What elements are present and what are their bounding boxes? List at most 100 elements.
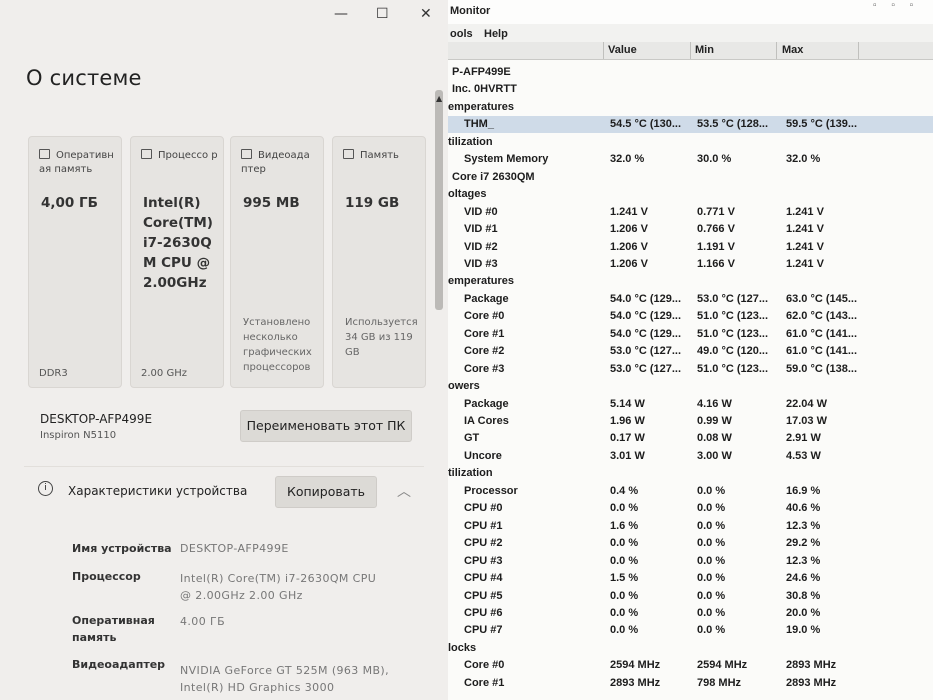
sensor-min: 1.191 V	[697, 241, 735, 253]
sensor-label: CPU #1	[464, 520, 503, 532]
sensor-group-row[interactable]: emperatures	[448, 273, 933, 290]
sensor-label: VID #1	[464, 223, 498, 235]
sensor-row[interactable]: VID #1 1.206 V 0.766 V 1.241 V	[448, 221, 933, 238]
sensor-row[interactable]: CPU #3 0.0 % 0.0 % 12.3 %	[448, 553, 933, 570]
sensor-value: 54.0 °C (129...	[610, 310, 682, 322]
sensor-row[interactable]: CPU #1 1.6 % 0.0 % 12.3 %	[448, 518, 933, 535]
sensor-row[interactable]: System Memory 32.0 % 30.0 % 32.0 %	[448, 151, 933, 168]
col-value[interactable]: Value	[608, 44, 637, 56]
sensor-row[interactable]: CPU #7 0.0 % 0.0 % 19.0 %	[448, 622, 933, 639]
sensor-row[interactable]: Processor 0.4 % 0.0 % 16.9 %	[448, 483, 933, 500]
sensor-row[interactable]: Core #0 54.0 °C (129... 51.0 °C (123... 62.…	[448, 308, 933, 325]
sensor-min: 798 MHz	[697, 677, 742, 689]
sensor-label: P-AFP499E	[452, 66, 511, 78]
sensor-max: 1.241 V	[786, 206, 824, 218]
window-controls-icon[interactable]: ▫ ▫ ▫	[873, 0, 919, 11]
sensor-max: 1.241 V	[786, 258, 824, 270]
copy-button[interactable]: Копировать	[275, 476, 377, 508]
sensor-max: 2893 MHz	[786, 659, 837, 671]
sensor-row[interactable]: Core #1 54.0 °C (129... 51.0 °C (123... 61.…	[448, 326, 933, 343]
ram-icon	[39, 149, 50, 159]
ram-tile: Оперативн ая память 4,00 ГБ DDR3	[28, 136, 122, 388]
spec-value-device-name: DESKTOP-AFP499E	[180, 542, 289, 555]
sensor-max: 12.3 %	[786, 555, 821, 567]
sensor-value: 0.0 %	[610, 502, 639, 514]
sensor-label: CPU #6	[464, 607, 503, 619]
sensor-label: CPU #0	[464, 502, 503, 514]
menu-help[interactable]: Help	[484, 28, 508, 40]
col-max[interactable]: Max	[782, 44, 803, 56]
col-min[interactable]: Min	[695, 44, 714, 56]
sensor-min: 51.0 °C (123...	[697, 363, 769, 375]
sensor-row[interactable]: Uncore 3.01 W 3.00 W 4.53 W	[448, 448, 933, 465]
sensor-row[interactable]: CPU #6 0.0 % 0.0 % 20.0 %	[448, 605, 933, 622]
scrollbar[interactable]	[435, 90, 443, 310]
sensor-group-row[interactable]: owers	[448, 378, 933, 395]
sensor-group-row[interactable]: tilization	[448, 134, 933, 151]
device-row[interactable]: Core i7 2630QM	[448, 169, 933, 186]
spec-key-gpu: Видеоадаптер	[72, 658, 166, 671]
sensor-row[interactable]: THM_ 54.5 °C (130... 53.5 °C (128... 59.5 °…	[448, 116, 933, 133]
sensor-max: 40.6 %	[786, 502, 821, 514]
sensor-row[interactable]: IA Cores 1.96 W 0.99 W 17.03 W	[448, 413, 933, 430]
device-row[interactable]: P-AFP499E	[448, 64, 933, 81]
sensor-group-row[interactable]: locks	[448, 640, 933, 657]
sensor-min: 0.0 %	[697, 502, 726, 514]
sensor-label: THM_	[464, 118, 494, 130]
sensor-label: GT	[464, 432, 480, 444]
spec-value-processor: Intel(R) Core(TM) i7-2630QM CPU @ 2.00GH…	[180, 572, 377, 602]
ram-tile-header: Оперативн ая память	[39, 150, 114, 175]
sensor-row[interactable]: Package 5.14 W 4.16 W 22.04 W	[448, 396, 933, 413]
cpu-tile: Процессо р Intel(R) Core(TM) i7-2630Q M …	[130, 136, 224, 388]
device-row[interactable]: Inc. 0HVRTT	[448, 81, 933, 98]
scroll-up-icon[interactable]: ▲	[436, 94, 442, 103]
sensor-row[interactable]: CPU #5 0.0 % 0.0 % 30.8 %	[448, 588, 933, 605]
sensor-value: 3.01 W	[610, 450, 645, 462]
sensor-row[interactable]: VID #3 1.206 V 1.166 V 1.241 V	[448, 256, 933, 273]
sensor-label: CPU #2	[464, 537, 503, 549]
storage-tile-value: 119 GB	[345, 195, 400, 211]
sensor-max: 2893 MHz	[786, 677, 837, 689]
sensor-min: 0.0 %	[697, 555, 726, 567]
sensor-max: 59.0 °C (138...	[786, 363, 858, 375]
sensor-row[interactable]: Core #3 53.0 °C (127... 51.0 °C (123... 59.…	[448, 361, 933, 378]
sensor-value: 0.4 %	[610, 485, 639, 497]
sensor-group-row[interactable]: oltages	[448, 186, 933, 203]
sensor-label: Inc. 0HVRTT	[452, 83, 517, 95]
ram-tile-value: 4,00 ГБ	[41, 195, 98, 211]
sensor-row[interactable]: CPU #0 0.0 % 0.0 % 40.6 %	[448, 500, 933, 517]
sensor-row[interactable]: Core #0 2594 MHz 2594 MHz 2893 MHz	[448, 657, 933, 674]
device-model: Inspiron N5110	[40, 430, 117, 441]
maximize-button[interactable]: ☐	[376, 6, 389, 22]
sensor-row[interactable]: Package 54.0 °C (129... 53.0 °C (127... 63.…	[448, 291, 933, 308]
sensor-group-row[interactable]: emperatures	[448, 99, 933, 116]
sensor-value: 0.0 %	[610, 555, 639, 567]
sensor-min: 0.0 %	[697, 607, 726, 619]
close-button[interactable]: ✕	[420, 6, 432, 22]
sensor-label: VID #3	[464, 258, 498, 270]
minimize-button[interactable]: —	[334, 6, 348, 22]
sensor-group-row[interactable]: tilization	[448, 465, 933, 482]
info-icon: i	[38, 481, 53, 496]
sensor-row[interactable]: Core #1 2893 MHz 798 MHz 2893 MHz	[448, 675, 933, 692]
sensor-row[interactable]: GT 0.17 W 0.08 W 2.91 W	[448, 430, 933, 447]
menu-tools[interactable]: ools	[450, 28, 473, 40]
sensor-value: 53.0 °C (127...	[610, 345, 682, 357]
sensor-row[interactable]: VID #2 1.206 V 1.191 V 1.241 V	[448, 239, 933, 256]
sensor-row[interactable]: CPU #2 0.0 % 0.0 % 29.2 %	[448, 535, 933, 552]
rename-pc-button[interactable]: Переименовать этот ПК	[240, 410, 412, 442]
device-name: DESKTOP-AFP499E	[40, 412, 153, 426]
sensor-min: 0.0 %	[697, 624, 726, 636]
sensor-row[interactable]: VID #0 1.241 V 0.771 V 1.241 V	[448, 204, 933, 221]
chevron-up-icon[interactable]: ︿	[397, 481, 411, 501]
sensor-label: Core #0	[464, 310, 505, 322]
sensor-row[interactable]: CPU #4 1.5 % 0.0 % 24.6 %	[448, 570, 933, 587]
sensor-min: 0.0 %	[697, 572, 726, 584]
sensor-max: 12.3 %	[786, 520, 821, 532]
sensor-min: 3.00 W	[697, 450, 732, 462]
sensor-row[interactable]: Core #2 53.0 °C (127... 49.0 °C (120... 61.…	[448, 343, 933, 360]
sensor-label: Package	[464, 398, 509, 410]
sensor-max: 24.6 %	[786, 572, 821, 584]
device-specs-section[interactable]: i Характеристики устройства Копировать ︿	[24, 466, 424, 515]
sensor-label: Core #0	[464, 659, 505, 671]
